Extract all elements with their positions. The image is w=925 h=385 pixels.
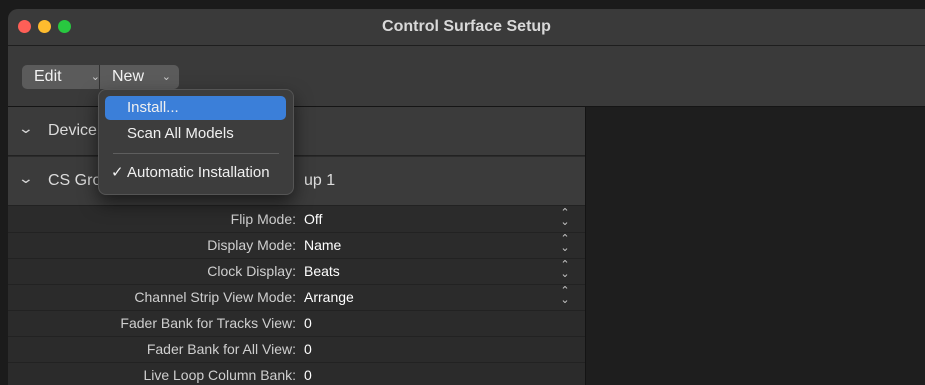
surface-layout-pane[interactable]	[586, 107, 925, 385]
chevron-down-icon: ⌄	[161, 71, 171, 83]
new-menu-button[interactable]: New ⌄	[100, 65, 179, 89]
stepper-icon[interactable]: ⌃ ⌄	[560, 260, 570, 280]
menu-item-automatic-installation[interactable]: ✓ Automatic Installation	[105, 161, 286, 185]
stepper-icon[interactable]: ⌃ ⌄	[560, 286, 570, 306]
param-row-fader-bank-all[interactable]: Fader Bank for All View: 0	[8, 336, 585, 363]
param-label: Fader Bank for All View:	[146, 341, 296, 357]
edit-menu-label: Edit	[34, 68, 62, 85]
new-dropdown-menu: Install... Scan All Models ✓ Automatic I…	[98, 89, 294, 195]
disclosure-chevron-icon[interactable]: ⌄	[18, 120, 34, 137]
section-label-cs-group-start: CS Gro	[48, 172, 102, 189]
param-value[interactable]: Arrange	[304, 289, 354, 305]
param-value[interactable]: Beats	[304, 263, 340, 279]
param-label: Channel Strip View Mode:	[134, 289, 296, 305]
title-bar: Control Surface Setup	[8, 9, 925, 46]
param-row-channel-strip-view-mode[interactable]: Channel Strip View Mode: Arrange ⌃ ⌄	[8, 284, 585, 311]
param-label: Clock Display:	[207, 263, 296, 279]
section-label-cs-group-end: up 1	[304, 172, 336, 189]
section-header-device[interactable]: ⌄ Device	[8, 107, 585, 156]
param-label: Fader Bank for Tracks View:	[120, 315, 296, 331]
param-label: Live Loop Column Bank:	[143, 367, 296, 383]
disclosure-chevron-icon[interactable]: ⌄	[18, 170, 34, 187]
stepper-icon[interactable]: ⌃ ⌄	[560, 234, 570, 254]
param-value[interactable]: 0	[304, 315, 312, 331]
menu-item-label: Automatic Installation	[127, 164, 270, 181]
param-label: Display Mode:	[207, 237, 296, 253]
checkmark-icon: ✓	[111, 164, 124, 181]
param-value[interactable]: Off	[304, 211, 322, 227]
edit-menu-button[interactable]: Edit ⌄	[22, 65, 108, 89]
param-value[interactable]: 0	[304, 367, 312, 383]
param-row-clock-display[interactable]: Clock Display: Beats ⌃ ⌄	[8, 258, 585, 285]
param-row-fader-bank-tracks[interactable]: Fader Bank for Tracks View: 0	[8, 310, 585, 337]
stepper-icon[interactable]: ⌃ ⌄	[560, 208, 570, 228]
section-header-cs-group[interactable]: ⌄ CS Gro up 1	[8, 157, 585, 206]
menu-item-install[interactable]: Install...	[105, 96, 286, 120]
section-label-device: Device	[48, 122, 97, 139]
param-row-display-mode[interactable]: Display Mode: Name ⌃ ⌄	[8, 232, 585, 259]
menu-separator	[113, 153, 279, 154]
window-title: Control Surface Setup	[382, 18, 551, 35]
param-value[interactable]: Name	[304, 237, 341, 253]
control-surface-setup-window: Control Surface Setup Edit ⌄ New ⌄ ⌄ Dev…	[8, 9, 925, 385]
menu-item-label: Install...	[127, 99, 179, 116]
new-menu-label: New	[112, 68, 145, 85]
param-value[interactable]: 0	[304, 341, 312, 357]
param-row-live-loop-column-bank[interactable]: Live Loop Column Bank: 0	[8, 362, 585, 385]
menu-item-label: Scan All Models	[127, 125, 234, 142]
menu-item-scan-all-models[interactable]: Scan All Models	[105, 122, 286, 146]
inspector-pane: ⌄ Device ⌄ CS Gro up 1 Flip Mode: Off ⌃ ⌄…	[8, 107, 585, 385]
param-row-flip-mode[interactable]: Flip Mode: Off ⌃ ⌄	[8, 206, 585, 233]
param-label: Flip Mode:	[230, 211, 296, 227]
